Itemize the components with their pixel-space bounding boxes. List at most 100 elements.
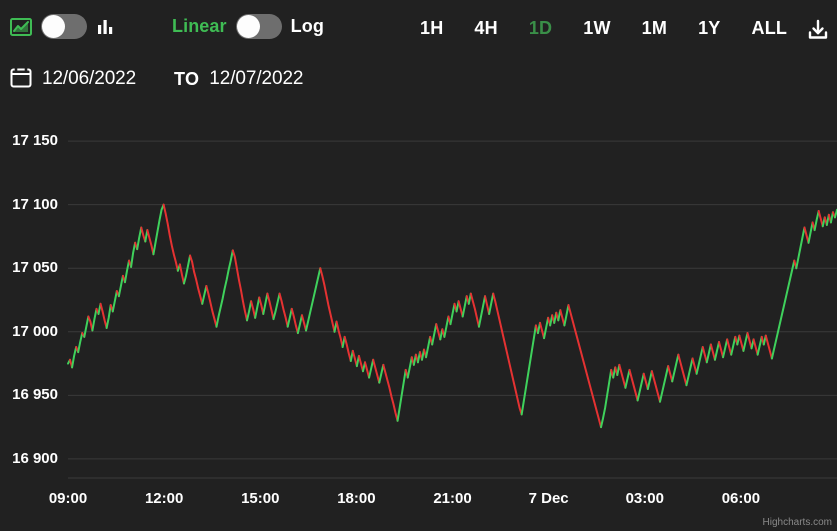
price-segment-up [695, 346, 704, 375]
chart-type-toggle[interactable] [41, 14, 87, 39]
price-segment-up [795, 226, 806, 270]
price-segment-up [83, 315, 90, 338]
date-range-separator: TO [174, 68, 200, 89]
range-button-1w[interactable]: 1W [583, 14, 610, 43]
price-segment-up [488, 292, 495, 315]
price-segment-up [406, 356, 413, 379]
range-button-1m[interactable]: 1M [642, 14, 667, 43]
line-chart-icon[interactable] [10, 17, 32, 37]
price-segment-down [803, 226, 810, 244]
price-segment-up [722, 338, 729, 359]
price-segment-down [484, 295, 491, 315]
chart-canvas[interactable] [0, 108, 837, 531]
scale-toggle[interactable] [235, 14, 282, 39]
range-button-all[interactable]: ALL [752, 14, 788, 43]
y-axis-tick-label: 17 050 [12, 259, 58, 277]
price-segment-up [71, 346, 78, 369]
x-axis-tick-label: 09:00 [48, 490, 88, 507]
price-segment-down [628, 368, 639, 402]
price-segment-up [646, 370, 653, 390]
price-segment-down [231, 249, 249, 322]
price-segment-down [457, 300, 464, 318]
price-segment-down [618, 363, 627, 389]
date-range-picker[interactable]: 12/06/2022 TO 12/07/2022 [10, 64, 331, 94]
price-segment-up [807, 221, 814, 244]
price-segment-down [718, 340, 725, 359]
bar-chart-icon[interactable] [96, 17, 116, 37]
price-segment-up [152, 203, 165, 256]
x-axis-tick-label: 06:00 [721, 490, 761, 507]
price-segment-down [300, 314, 308, 332]
y-axis-tick-label: 17 100 [12, 195, 58, 213]
price-segment-down [469, 292, 480, 328]
y-axis-tick-label: 16 900 [12, 449, 58, 467]
chart-toolbar: Linear Log 1H 4H 1D 1W 1M 1Y ALL [0, 0, 837, 60]
price-segment-up [685, 357, 694, 387]
price-segment-down [351, 349, 358, 368]
price-segment-down [567, 304, 603, 429]
price-segment-up [91, 307, 98, 332]
price-segment-up [636, 372, 645, 402]
price-segment-down [677, 353, 688, 387]
price-segment-down [335, 320, 344, 349]
time-range-group: 1H 4H 1D 1W 1M 1Y ALL [420, 14, 787, 43]
price-segment-up [543, 316, 550, 340]
price-segment-down [290, 307, 299, 335]
price-chart[interactable]: 16 900 16 950 17 000 17 050 17 100 17 150 09:… [0, 108, 837, 531]
price-segment-up [378, 363, 385, 384]
price-segment-up [305, 267, 322, 332]
price-segment-down [357, 354, 364, 373]
price-segment-up [201, 285, 208, 305]
date-start-input[interactable]: 12/06/2022 [42, 68, 164, 90]
coindesk-price-chart-widget: Linear Log 1H 4H 1D 1W 1M 1Y ALL 12/06/2… [0, 0, 837, 531]
price-segment-down [709, 343, 716, 361]
price-segment-down [162, 203, 179, 272]
range-button-1d[interactable]: 1D [529, 14, 552, 43]
y-axis-tick-label: 17 150 [12, 132, 58, 150]
range-button-4h[interactable]: 4H [474, 14, 497, 43]
price-segment-up [246, 300, 253, 322]
price-segment-up [742, 332, 749, 352]
price-segment-down [764, 334, 773, 360]
price-segment-up [659, 365, 670, 403]
price-segment-up [756, 335, 763, 356]
range-button-1y[interactable]: 1Y [698, 14, 720, 43]
price-segment-up [105, 304, 112, 329]
price-segment-up [671, 353, 680, 383]
price-segment-down [738, 334, 745, 352]
highcharts-credit[interactable]: Highcharts.com [763, 517, 832, 528]
price-segment-down [278, 292, 289, 328]
toggle-knob [236, 15, 260, 38]
download-icon[interactable] [806, 18, 830, 42]
price-segment-down [250, 300, 257, 319]
chart-type-toggle-group [10, 14, 116, 39]
price-segment-up [813, 210, 820, 232]
price-segment-up [730, 335, 737, 356]
x-axis-tick-label: 12:00 [144, 490, 184, 507]
scale-linear-label[interactable]: Linear [172, 16, 227, 37]
chart-gridlines [68, 140, 837, 460]
price-segment-down [146, 229, 155, 256]
price-segment-up [368, 358, 375, 379]
price-segment-up [130, 241, 137, 268]
price-segment-up [713, 340, 721, 361]
calendar-icon[interactable] [10, 65, 32, 93]
x-axis-tick-label: 15:00 [241, 490, 280, 507]
price-segment-up [520, 324, 537, 416]
scale-log-label[interactable]: Log [291, 16, 324, 37]
toggle-knob [42, 15, 65, 38]
price-segment-down [650, 370, 662, 403]
price-segment-up [215, 249, 234, 328]
price-line-series [67, 203, 837, 429]
range-button-1h[interactable]: 1H [420, 14, 443, 43]
price-segment-up [705, 343, 712, 364]
date-end-input[interactable]: 12/07/2022 [209, 68, 331, 90]
price-segment-up [136, 226, 143, 251]
price-segment-down [746, 332, 753, 350]
price-segment-down [538, 321, 546, 340]
price-segment-down [382, 363, 399, 422]
x-axis-tick-label: 7 Dec [528, 490, 569, 507]
x-axis-tick-label: 21:00 [433, 490, 472, 507]
price-segment-up [272, 292, 281, 321]
price-segment-down [178, 263, 185, 285]
